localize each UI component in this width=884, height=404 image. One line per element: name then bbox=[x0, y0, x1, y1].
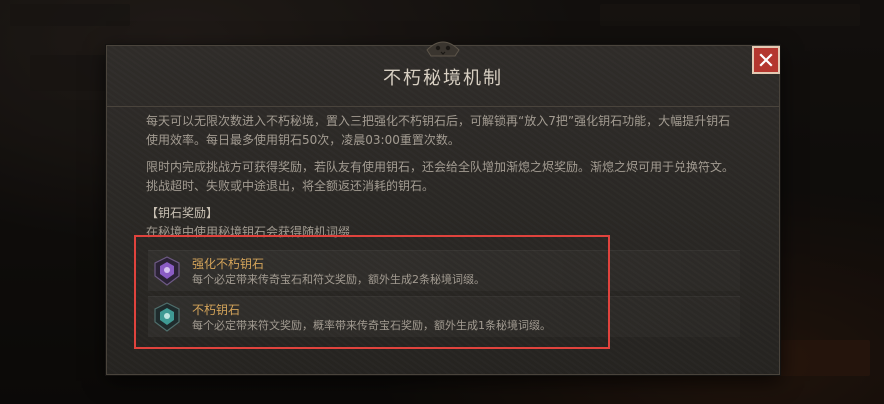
highlight-annotation-box bbox=[134, 235, 610, 349]
rules-paragraph: 限时内完成挑战方可获得奖励，若队友有使用钥石，还会给全队增加渐熄之烬奖励。渐熄之… bbox=[146, 160, 735, 193]
dialog-title: 不朽秘境机制 bbox=[383, 68, 503, 89]
title-bar: 不朽秘境机制 bbox=[107, 46, 779, 107]
close-icon bbox=[759, 53, 773, 67]
close-button[interactable] bbox=[752, 46, 780, 74]
dialog-body: 每天可以无限次数进入不朽秘境，置入三把强化不朽钥石后，可解锁再“放入7把”强化钥… bbox=[146, 112, 742, 242]
rules-paragraph: 每天可以无限次数进入不朽秘境，置入三把强化不朽钥石后，可解锁再“放入7把”强化钥… bbox=[146, 114, 731, 147]
reward-heading: 【钥石奖励】 bbox=[146, 206, 219, 220]
